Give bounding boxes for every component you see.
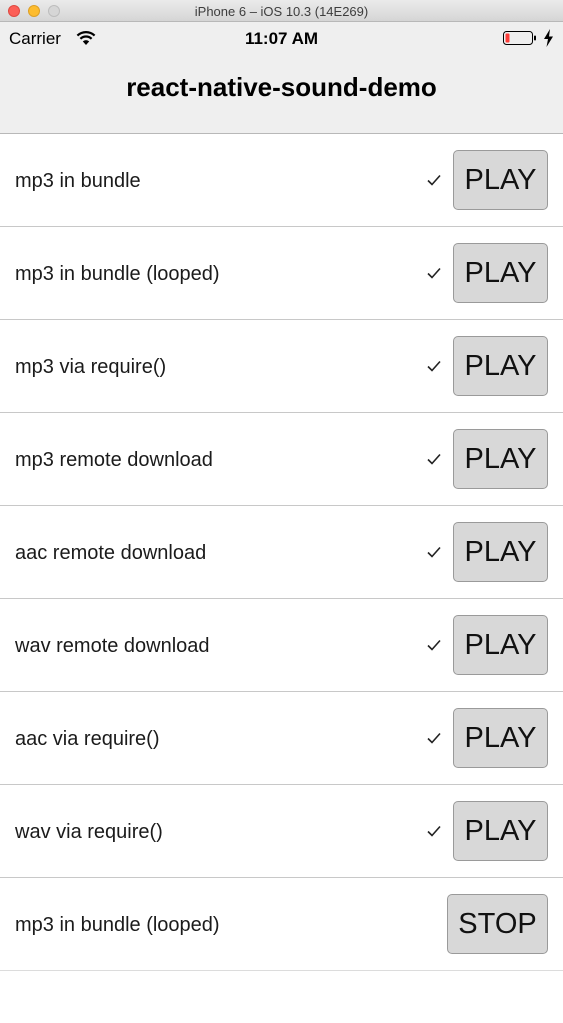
list-item: aac remote download PLAY [0, 506, 563, 599]
sound-label: mp3 in bundle [15, 170, 141, 192]
navigation-header: react-native-sound-demo [0, 55, 563, 134]
list-item: mp3 remote download PLAY [0, 413, 563, 506]
checkmark-icon [427, 732, 441, 744]
play-button[interactable]: PLAY [453, 708, 548, 768]
play-button[interactable]: PLAY [453, 801, 548, 861]
play-button[interactable]: PLAY [453, 522, 548, 582]
checkmark-icon [427, 639, 441, 651]
sound-label: mp3 via require() [15, 356, 167, 378]
checkmark-icon [427, 453, 441, 465]
list-item: mp3 in bundle PLAY [0, 134, 563, 227]
window-title: iPhone 6 – iOS 10.3 (14E269) [194, 4, 369, 19]
sound-label: mp3 in bundle (looped) [15, 914, 220, 936]
play-button[interactable]: PLAY [453, 615, 548, 675]
list-item: wav remote download PLAY [0, 599, 563, 692]
checkmark-icon [427, 174, 441, 186]
sound-label: mp3 in bundle (looped) [15, 263, 220, 285]
stop-button[interactable]: STOP [447, 894, 548, 954]
play-button[interactable]: PLAY [453, 336, 548, 396]
list-item: wav via require() PLAY [0, 785, 563, 878]
page-title: react-native-sound-demo [126, 72, 437, 102]
sound-list: mp3 in bundle PLAY mp3 in bundle (looped) P… [0, 134, 563, 971]
sound-label: aac remote download [15, 542, 207, 564]
checkmark-icon [427, 360, 441, 372]
status-bar: Carrier 11:07 AM [0, 22, 563, 55]
checkmark-icon [427, 267, 441, 279]
list-item: aac via require() PLAY [0, 692, 563, 785]
clock: 11:07 AM [244, 29, 319, 48]
play-button[interactable]: PLAY [453, 243, 548, 303]
list-item: mp3 in bundle (looped) STOP [0, 878, 563, 971]
battery-icon [503, 31, 536, 45]
play-button[interactable]: PLAY [453, 429, 548, 489]
sound-label: aac via require() [15, 728, 160, 750]
play-button[interactable]: PLAY [453, 150, 548, 210]
list-item: mp3 via require() PLAY [0, 320, 563, 413]
checkmark-icon [427, 825, 441, 837]
sound-label: mp3 remote download [15, 449, 213, 471]
sound-label: wav via require() [15, 821, 163, 843]
charging-bolt-icon [544, 29, 553, 47]
simulator-title-bar: iPhone 6 – iOS 10.3 (14E269) [0, 0, 563, 22]
sound-label: wav remote download [15, 635, 210, 657]
checkmark-icon [427, 546, 441, 558]
list-item: mp3 in bundle (looped) PLAY [0, 227, 563, 320]
